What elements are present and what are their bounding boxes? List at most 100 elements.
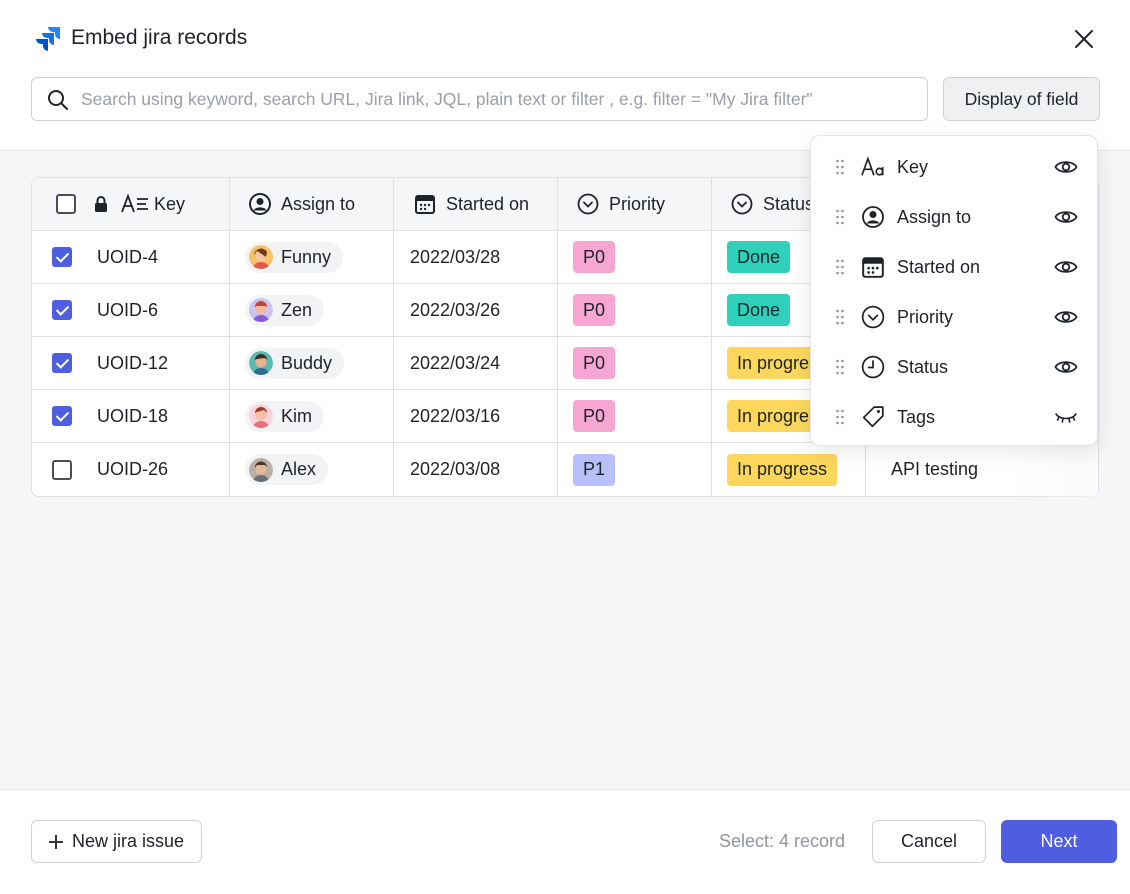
started-cell: 2022/03/28 <box>394 231 558 284</box>
assignee-chip[interactable]: Kim <box>245 400 324 432</box>
search-icon <box>48 90 68 110</box>
issue-key: UOID-26 <box>97 459 169 479</box>
lock-icon <box>95 196 107 212</box>
row-checkbox[interactable] <box>52 459 72 480</box>
text-field-icon <box>861 156 884 176</box>
assignee-chip[interactable]: Zen <box>245 294 325 326</box>
clock-icon <box>861 355 885 379</box>
assignee-name: Buddy <box>281 352 333 373</box>
tags-cell: API testing <box>891 459 979 479</box>
calendar-icon <box>415 195 435 214</box>
field-menu-label: Priority <box>897 307 954 327</box>
drag-handle-icon[interactable] <box>835 208 845 226</box>
issue-key: UOID-12 <box>97 352 169 373</box>
assignee-cell: Zen <box>230 284 394 337</box>
avatar <box>249 404 273 428</box>
assignee-cell: Buddy <box>230 337 394 390</box>
field-menu-item-key[interactable]: Key <box>811 142 1099 192</box>
header-started: Started on <box>394 178 558 230</box>
assignee-chip[interactable]: Funny <box>245 241 344 273</box>
person-icon <box>862 206 884 228</box>
avatar <box>249 351 273 375</box>
eye-icon[interactable] <box>1054 305 1078 329</box>
drag-handle-icon[interactable] <box>835 308 845 326</box>
eye-icon[interactable] <box>1054 205 1078 229</box>
field-menu-item-started-on[interactable]: Started on <box>811 242 1099 292</box>
header-priority: Priority <box>558 178 712 230</box>
priority-cell: P1 <box>558 443 712 496</box>
text-field-icon <box>121 194 148 213</box>
chevron-circle-icon <box>861 305 885 329</box>
priority-badge: P0 <box>573 400 616 432</box>
row-checkbox[interactable] <box>52 247 72 267</box>
header-key-label: Key <box>154 193 186 214</box>
assignee-name: Zen <box>281 299 313 320</box>
started-cell: 2022/03/26 <box>394 284 558 337</box>
header-started-label: Started on <box>446 193 530 214</box>
priority-cell: P0 <box>558 337 712 390</box>
started-cell: 2022/03/24 <box>394 337 558 390</box>
dialog-title: Embed jira records <box>71 26 248 49</box>
eye-icon[interactable] <box>1054 355 1078 379</box>
status-cell: In progress <box>712 443 866 496</box>
key-cell: UOID-18 <box>32 390 230 443</box>
priority-badge: P0 <box>573 241 616 273</box>
field-menu-item-tags[interactable]: Tags <box>811 392 1099 442</box>
assignee-cell: Alex <box>230 443 394 496</box>
person-icon <box>249 193 271 215</box>
issue-key: UOID-18 <box>97 405 169 426</box>
assignee-cell: Kim <box>230 390 394 443</box>
field-menu-label: Tags <box>897 407 936 427</box>
eye-icon[interactable] <box>1054 155 1078 179</box>
header-assign-label: Assign to <box>281 193 356 214</box>
calendar-icon <box>862 257 884 278</box>
field-display-menu: Key Assign to Started on Priority Status… <box>810 135 1098 446</box>
drag-handle-icon[interactable] <box>835 158 845 176</box>
drag-handle-icon[interactable] <box>835 258 845 276</box>
row-checkbox[interactable] <box>52 406 72 426</box>
field-menu-item-status[interactable]: Status <box>811 342 1099 392</box>
display-of-field-button[interactable]: Display of field <box>943 77 1100 121</box>
priority-badge: P0 <box>573 347 616 379</box>
new-jira-issue-button[interactable]: New jira issue <box>31 820 202 863</box>
close-icon[interactable] <box>1070 25 1098 53</box>
tag-icon <box>862 406 884 428</box>
select-all-checkbox[interactable] <box>56 194 76 214</box>
table-row[interactable]: UOID-26 Alex 2022/03/08 P1 In progress A… <box>32 443 1098 496</box>
drag-handle-icon[interactable] <box>835 358 845 376</box>
search-input[interactable] <box>81 78 921 120</box>
chevron-circle-icon <box>577 193 599 215</box>
selection-count: Select: 4 record <box>719 831 846 851</box>
priority-badge: P0 <box>573 294 616 326</box>
assignee-chip[interactable]: Buddy <box>245 347 345 379</box>
assignee-name: Alex <box>281 459 317 479</box>
issue-key: UOID-6 <box>97 299 159 320</box>
field-menu-item-priority[interactable]: Priority <box>811 292 1099 342</box>
status-badge: In progress <box>727 453 838 486</box>
field-menu-label: Key <box>897 157 929 177</box>
field-menu-item-assign-to[interactable]: Assign to <box>811 192 1099 242</box>
row-checkbox[interactable] <box>52 300 72 320</box>
jira-logo-icon <box>36 27 60 51</box>
avatar <box>249 245 273 269</box>
assignee-chip[interactable]: Alex <box>245 454 329 485</box>
new-jira-issue-label: New jira issue <box>72 831 185 851</box>
status-badge: Done <box>727 241 791 273</box>
key-cell: UOID-12 <box>32 337 230 390</box>
priority-badge: P1 <box>573 453 616 486</box>
header-assign: Assign to <box>230 178 394 230</box>
eye-icon[interactable] <box>1054 255 1078 279</box>
priority-cell: P0 <box>558 284 712 337</box>
field-menu-label: Status <box>897 357 949 377</box>
avatar <box>249 298 273 322</box>
header-status-label: Status <box>763 193 815 214</box>
cancel-button[interactable]: Cancel <box>872 820 986 863</box>
assignee-name: Kim <box>281 405 312 426</box>
key-cell: UOID-4 <box>32 231 230 284</box>
header-key: Key <box>32 178 230 230</box>
eye-closed-icon[interactable] <box>1054 405 1078 429</box>
drag-handle-icon[interactable] <box>835 408 845 426</box>
assignee-cell: Funny <box>230 231 394 284</box>
row-checkbox[interactable] <box>52 353 72 373</box>
next-button[interactable]: Next <box>1001 820 1117 863</box>
